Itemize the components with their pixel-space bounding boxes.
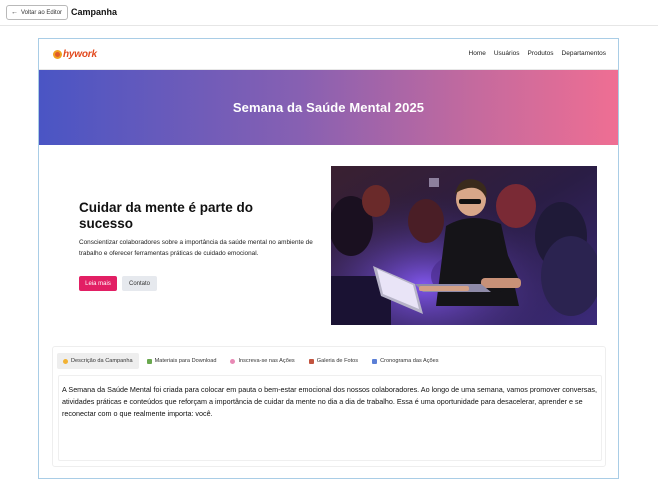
calendar-icon [372, 358, 378, 364]
read-more-button[interactable]: Leia mais [79, 276, 117, 291]
tab-cronograma[interactable]: Cronograma das Ações [366, 353, 444, 369]
intro-text: Conscientizar colaboradores sobre a impo… [79, 239, 313, 257]
nav-link-usuarios[interactable]: Usuários [494, 50, 520, 57]
page-title: Campanha [71, 7, 118, 17]
tab-materiais[interactable]: Materiais para Download [141, 353, 223, 369]
campaign-description: A Semana da Saúde Mental foi criada para… [62, 385, 597, 419]
site-navbar: hywork Home Usuários Produtos Departamen… [39, 39, 618, 70]
arrow-left-icon: ← [11, 9, 18, 16]
brand-name: hywork [63, 49, 97, 60]
tab-label: Inscreva-se nas Ações [238, 358, 295, 364]
tab-label: Descrição da Campanha [71, 358, 133, 364]
campaign-tabs-card: Descrição da Campanha Materiais para Dow… [52, 346, 606, 467]
tab-content-panel: A Semana da Saúde Mental foi criada para… [58, 375, 602, 461]
tab-galeria[interactable]: Galeria de Fotos [303, 353, 364, 369]
intro-heading: Cuidar da mente é parte do sucesso [79, 200, 254, 231]
contact-button[interactable]: Contato [122, 276, 157, 291]
editor-topbar: ← Voltar ao Editor Campanha [0, 0, 658, 26]
photo-icon [308, 358, 314, 364]
books-icon [146, 358, 152, 364]
back-button-label: Voltar ao Editor [21, 9, 63, 16]
logo-mark-icon [53, 50, 62, 59]
tab-label: Cronograma das Ações [380, 358, 439, 364]
campaign-preview-frame: hywork Home Usuários Produtos Departamen… [38, 38, 619, 479]
hero-banner: Semana da Saúde Mental 2025 [39, 70, 618, 145]
nav-link-departamentos[interactable]: Departamentos [562, 50, 606, 57]
hero-title: Semana da Saúde Mental 2025 [232, 100, 425, 115]
tab-inscreva-se[interactable]: Inscreva-se nas Ações [224, 353, 300, 369]
sparkle-icon [230, 358, 236, 364]
campaign-tabs: Descrição da Campanha Materiais para Dow… [57, 353, 445, 369]
man-with-laptop-image [331, 166, 597, 325]
nav-link-home[interactable]: Home [469, 50, 486, 57]
nav-link-produtos[interactable]: Produtos [528, 50, 554, 57]
nav-links: Home Usuários Produtos Departamentos [469, 50, 606, 57]
hero-photo [331, 166, 597, 325]
tab-label: Materiais para Download [154, 358, 217, 364]
lightbulb-icon [63, 358, 68, 364]
back-to-editor-button[interactable]: ← Voltar ao Editor [6, 5, 69, 20]
tab-descricao[interactable]: Descrição da Campanha [57, 353, 139, 369]
brand-logo[interactable]: hywork [53, 49, 97, 60]
tab-label: Galeria de Fotos [316, 358, 359, 364]
